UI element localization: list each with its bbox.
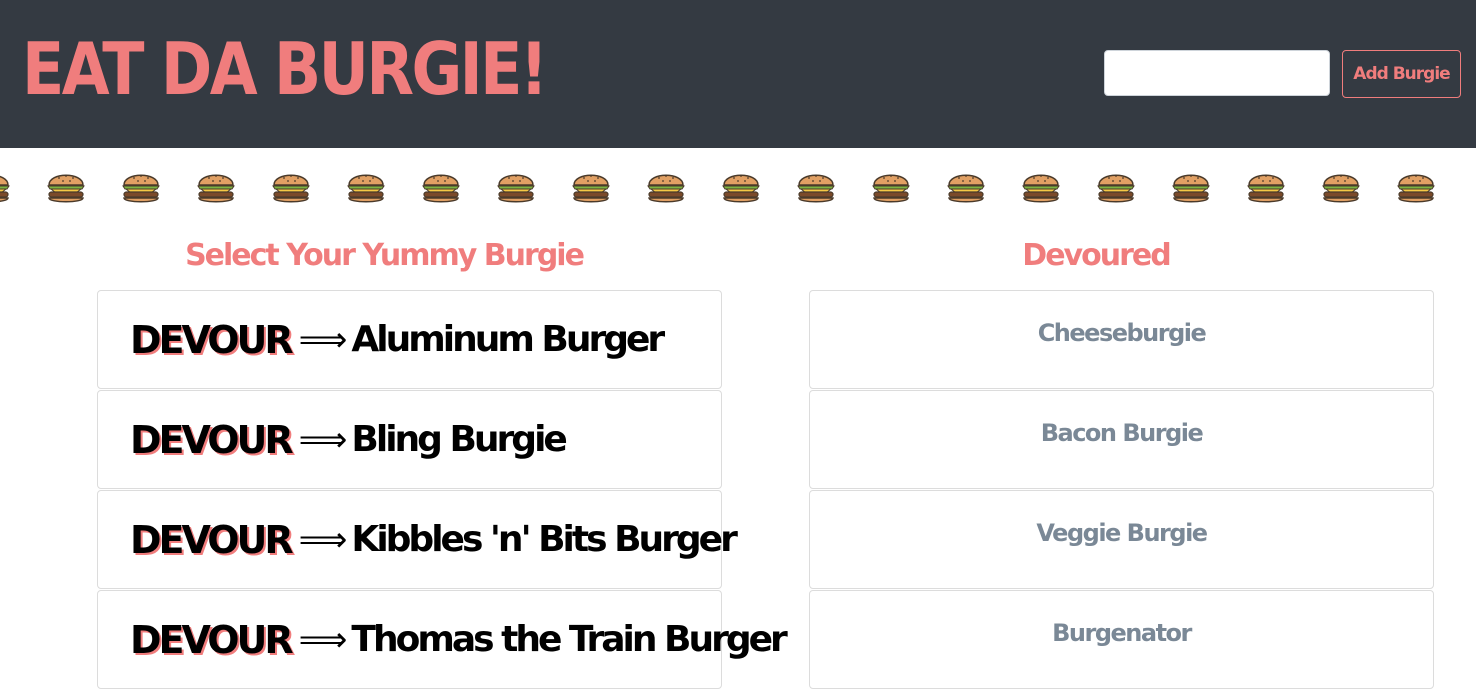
burger-icon [572,174,610,203]
right-arrow-icon: ⟹ [298,619,348,660]
burger-icon [347,174,385,203]
devoured-item: Burgenator [809,590,1434,689]
available-burgers-list: DEVOUR ⟹ Aluminum Burger DEVOUR ⟹ Bling … [97,290,788,690]
devour-label: DEVOUR [130,517,294,562]
devour-item[interactable]: DEVOUR ⟹ Aluminum Burger [97,290,722,389]
burger-name: Bling Burgie [351,419,567,460]
right-arrow-icon: ⟹ [298,319,348,360]
burger-icon [122,174,160,203]
burger-icon [947,174,985,203]
burger-icon [272,174,310,203]
burger-icon [197,174,235,203]
burger-icon [47,174,85,203]
devour-label: DEVOUR [130,317,294,362]
burger-name: Kibbles 'n' Bits Burger [351,519,737,560]
burger-icon [797,174,835,203]
page-title: EAT DA BURGIE! [22,27,548,111]
devoured-burger-name: Veggie Burgie [1036,519,1208,547]
devour-item[interactable]: DEVOUR ⟹ Thomas the Train Burger [97,590,788,689]
burger-icon [1322,174,1360,203]
burger-icon [1247,174,1285,203]
burger-icon [422,174,460,203]
burger-name: Aluminum Burger [351,319,665,360]
devoured-burger-name: Cheeseburgie [1037,319,1207,347]
select-burgie-heading: Select Your Yummy Burgie [185,238,585,273]
devoured-item: Bacon Burgie [809,390,1434,489]
right-arrow-icon: ⟹ [298,519,348,560]
devoured-heading: Devoured [1022,238,1171,273]
burger-icon [1397,174,1435,203]
burger-icon [872,174,910,203]
burger-icon [497,174,535,203]
burger-name-input[interactable] [1104,50,1330,96]
add-burgie-button[interactable]: Add Burgie [1342,50,1461,98]
devoured-item: Cheeseburgie [809,290,1434,389]
burger-icon [722,174,760,203]
devour-label: DEVOUR [130,617,294,662]
devour-item[interactable]: DEVOUR ⟹ Bling Burgie [97,390,722,489]
devour-item[interactable]: DEVOUR ⟹ Kibbles 'n' Bits Burger [97,490,738,589]
burger-icon [1022,174,1060,203]
devoured-item: Veggie Burgie [809,490,1434,589]
burger-icon [1097,174,1135,203]
right-arrow-icon: ⟹ [298,419,348,460]
burger-icon [0,175,10,202]
burger-name: Thomas the Train Burger [351,619,787,660]
devoured-burgers-list: Cheeseburgie Bacon Burgie Veggie Burgie … [809,290,1434,690]
page-header: EAT DA BURGIE! Add Burgie [0,0,1476,148]
burger-decoration-strip [0,148,1476,226]
devour-label: DEVOUR [130,417,294,462]
devoured-burger-name: Burgenator [1052,619,1192,647]
burger-icon [1172,174,1210,203]
burger-icon [647,174,685,203]
devoured-burger-name: Bacon Burgie [1040,419,1204,447]
